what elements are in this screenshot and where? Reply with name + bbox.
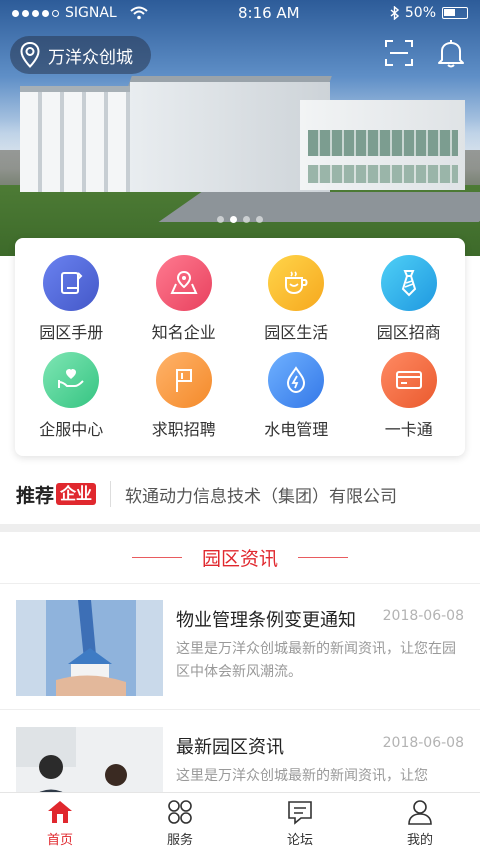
status-bar: SIGNAL 8:16 AM 50% [0, 0, 480, 26]
news-thumbnail[interactable] [16, 600, 163, 696]
menu-item-jobs[interactable]: 求职招聘 [128, 347, 241, 444]
building-windows-lower [308, 165, 458, 183]
news-description: 这里是万洋众创城最新的新闻资讯，让您 [176, 768, 428, 784]
menu-icon-bg [43, 351, 100, 408]
tab-services[interactable]: 服务 [120, 793, 240, 854]
building-windows [308, 130, 458, 156]
signal-dot [52, 9, 59, 17]
signal-dot [12, 9, 19, 17]
recommend-badge: 企业 [56, 483, 97, 505]
menu-icon-bg [380, 254, 437, 311]
recommend-heading: 推荐 企业 [16, 481, 97, 508]
location-pin-icon [20, 42, 40, 68]
menu-item-utilities[interactable]: 水电管理 [240, 347, 353, 444]
recommend-company-name[interactable]: 软通动力信息技术（集团）有限公司 [125, 482, 397, 507]
news-photo [16, 600, 163, 696]
battery-fill [444, 9, 455, 16]
header-line-right [298, 557, 348, 558]
tab-forum[interactable]: 论坛 [240, 793, 360, 854]
hand-heart-icon [58, 368, 84, 388]
news-date: 2018-06-08 [382, 735, 464, 751]
menu-icon-bg [155, 351, 212, 408]
menu-item-card[interactable]: 一卡通 [353, 347, 466, 444]
menu-label: 水电管理 [264, 419, 329, 439]
hero-banner[interactable]: SIGNAL 8:16 AM 50% 万洋众创城 [0, 0, 480, 256]
news-description: 这里是万洋众创城最新的新闻资讯，让您在园区中体会新风潮流。 [176, 641, 456, 680]
menu-label: 园区招商 [376, 322, 441, 342]
signal-dot [32, 9, 39, 17]
location-name: 万洋众创城 [48, 47, 133, 68]
water-drop-icon [287, 365, 306, 393]
menu-label: 园区生活 [264, 322, 329, 342]
tab-home[interactable]: 首页 [0, 793, 120, 854]
menu-label: 一卡通 [384, 419, 433, 439]
menu-item-service-center[interactable]: 企服中心 [15, 347, 128, 444]
news-title: 物业管理条例变更通知 [176, 610, 356, 631]
battery-percent: 50% [404, 5, 436, 21]
service-menu: 园区手册 知名企业 园区生活 园区招商 企服中心 求职招聘 水电管理 一卡通 [15, 238, 465, 456]
carousel-dot[interactable] [243, 216, 250, 223]
menu-icon-bg [380, 351, 437, 408]
carrier-name: SIGNAL [65, 5, 117, 21]
silos [20, 92, 140, 192]
carousel-dot[interactable] [217, 216, 224, 223]
signal-dot [22, 9, 29, 17]
grid-icon [168, 800, 192, 824]
chat-icon [288, 801, 312, 825]
bell-icon[interactable] [436, 38, 466, 68]
tab-label: 服务 [166, 833, 193, 848]
location-selector[interactable]: 万洋众创城 [10, 36, 151, 74]
bluetooth-icon [390, 6, 399, 20]
carousel-dot[interactable] [230, 216, 237, 223]
home-screen: SIGNAL 8:16 AM 50% 万洋众创城 园区手册 知名企业 园区生活 … [0, 0, 480, 854]
recommended-company-bar[interactable]: 推荐 企业 软通动力信息技术（集团）有限公司 [0, 468, 480, 520]
news-title: 最新园区资讯 [176, 737, 284, 758]
menu-icon-bg [268, 351, 325, 408]
header-line-left [131, 557, 182, 558]
menu-label: 知名企业 [151, 322, 216, 342]
menu-item-companies[interactable]: 知名企业 [128, 250, 241, 347]
tab-profile[interactable]: 我的 [360, 793, 480, 854]
menu-item-handbook[interactable]: 园区手册 [15, 250, 128, 347]
clock: 8:16 AM [237, 4, 300, 22]
home-icon [48, 801, 72, 823]
card-icon [395, 370, 422, 389]
cup-icon [285, 270, 308, 294]
menu-label: 求职招聘 [151, 419, 216, 439]
menu-icon-bg [155, 254, 212, 311]
news-section-header: 园区资讯 [0, 532, 480, 584]
signal-indicator: SIGNAL [12, 5, 148, 21]
tie-icon [401, 269, 416, 296]
divider [110, 481, 112, 507]
map-pin-icon [170, 270, 198, 294]
tab-label: 我的 [406, 833, 433, 848]
scan-icon[interactable] [384, 38, 414, 68]
news-item[interactable]: 物业管理条例变更通知 2018-06-08 这里是万洋众创城最新的新闻资讯，让您… [0, 584, 480, 710]
signal-dot [42, 9, 49, 17]
menu-icon-bg [43, 254, 100, 311]
user-icon [408, 800, 432, 825]
menu-item-life[interactable]: 园区生活 [240, 250, 353, 347]
section-gap [0, 524, 480, 532]
menu-label: 园区手册 [39, 322, 104, 342]
tab-label: 论坛 [286, 833, 313, 848]
battery-indicator: 50% [390, 5, 468, 21]
menu-item-investment[interactable]: 园区招商 [353, 250, 466, 347]
flag-icon [175, 368, 192, 392]
news-date: 2018-06-08 [382, 608, 464, 624]
menu-icon-bg [268, 254, 325, 311]
menu-label: 企服中心 [39, 419, 104, 439]
carousel-indicator[interactable] [0, 216, 480, 223]
handbook-icon [61, 271, 83, 294]
carousel-dot[interactable] [256, 216, 263, 223]
battery-icon [442, 7, 468, 19]
tab-label: 首页 [46, 833, 73, 848]
bottom-tab-bar: 首页 服务 论坛 我的 [0, 792, 480, 854]
wifi-icon [130, 6, 148, 20]
recommend-title: 推荐 [16, 484, 55, 507]
news-section-title: 园区资讯 [201, 548, 278, 570]
